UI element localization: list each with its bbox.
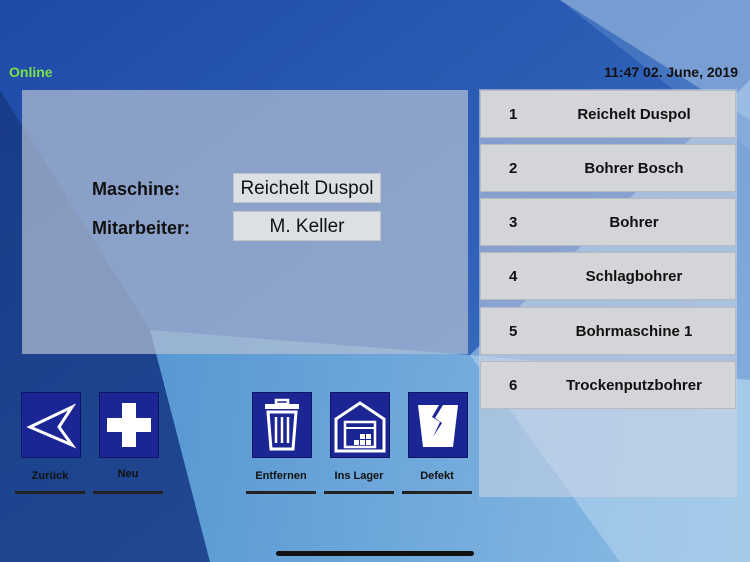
list-item[interactable]: 4 Schlagbohrer bbox=[480, 252, 736, 300]
list-item[interactable]: 1 Reichelt Duspol bbox=[480, 90, 736, 138]
defect-button[interactable]: Defekt bbox=[402, 392, 472, 496]
new-button[interactable]: Neu bbox=[93, 392, 163, 496]
new-button-label: Neu bbox=[117, 468, 139, 480]
back-button-label: Zurück bbox=[31, 470, 69, 482]
list-item[interactable]: 6 Trockenputzbohrer bbox=[480, 361, 736, 409]
machine-list: 1 Reichelt Duspol 2 Bohrer Bosch 3 Bohre… bbox=[479, 89, 737, 497]
list-item[interactable]: 2 Bohrer Bosch bbox=[480, 144, 736, 192]
storage-button-underline bbox=[324, 491, 394, 494]
storage-button[interactable]: Ins Lager bbox=[324, 392, 394, 496]
machine-label: Maschine: bbox=[92, 179, 181, 199]
connection-status: Online bbox=[9, 64, 53, 80]
plus-icon bbox=[99, 392, 159, 458]
back-button[interactable]: Zurück bbox=[15, 392, 85, 496]
back-button-underline bbox=[15, 491, 85, 494]
remove-button-label: Entfernen bbox=[255, 470, 307, 482]
new-button-underline bbox=[93, 491, 163, 494]
defect-button-label: Defekt bbox=[420, 470, 454, 482]
datetime-display: 11:47 02. June, 2019 bbox=[604, 64, 738, 80]
warehouse-icon bbox=[330, 392, 390, 458]
list-item[interactable]: 3 Bohrer bbox=[480, 198, 736, 246]
remove-button[interactable]: Entfernen bbox=[246, 392, 316, 496]
list-item[interactable]: 5 Bohrmaschine 1 bbox=[480, 307, 736, 355]
list-item-number: 6 bbox=[509, 377, 518, 394]
list-item-name: Bohrer Bosch bbox=[584, 160, 684, 177]
list-item-name: Trockenputzbohrer bbox=[566, 377, 702, 394]
broken-item-icon bbox=[408, 392, 468, 458]
home-indicator[interactable] bbox=[276, 551, 474, 556]
trash-icon bbox=[252, 392, 312, 458]
detail-panel: Maschine: Reichelt Duspol Mitarbeiter: M… bbox=[22, 90, 468, 354]
list-item-name: Bohrmaschine 1 bbox=[575, 323, 693, 340]
list-item-name: Bohrer bbox=[609, 214, 659, 231]
list-item-number: 3 bbox=[509, 214, 518, 231]
remove-button-underline bbox=[246, 491, 316, 494]
list-item-number: 2 bbox=[509, 160, 518, 177]
employee-label: Mitarbeiter: bbox=[92, 218, 191, 238]
list-item-name: Schlagbohrer bbox=[585, 268, 683, 285]
list-item-number: 4 bbox=[509, 268, 518, 285]
employee-value-field[interactable]: M. Keller bbox=[233, 211, 381, 241]
storage-button-label: Ins Lager bbox=[334, 470, 384, 482]
machine-value-field[interactable]: Reichelt Duspol bbox=[233, 173, 381, 203]
defect-button-underline bbox=[402, 491, 472, 494]
list-item-name: Reichelt Duspol bbox=[577, 106, 691, 123]
back-arrow-icon bbox=[21, 392, 81, 458]
list-item-number: 5 bbox=[509, 323, 518, 340]
list-item-number: 1 bbox=[509, 106, 518, 123]
